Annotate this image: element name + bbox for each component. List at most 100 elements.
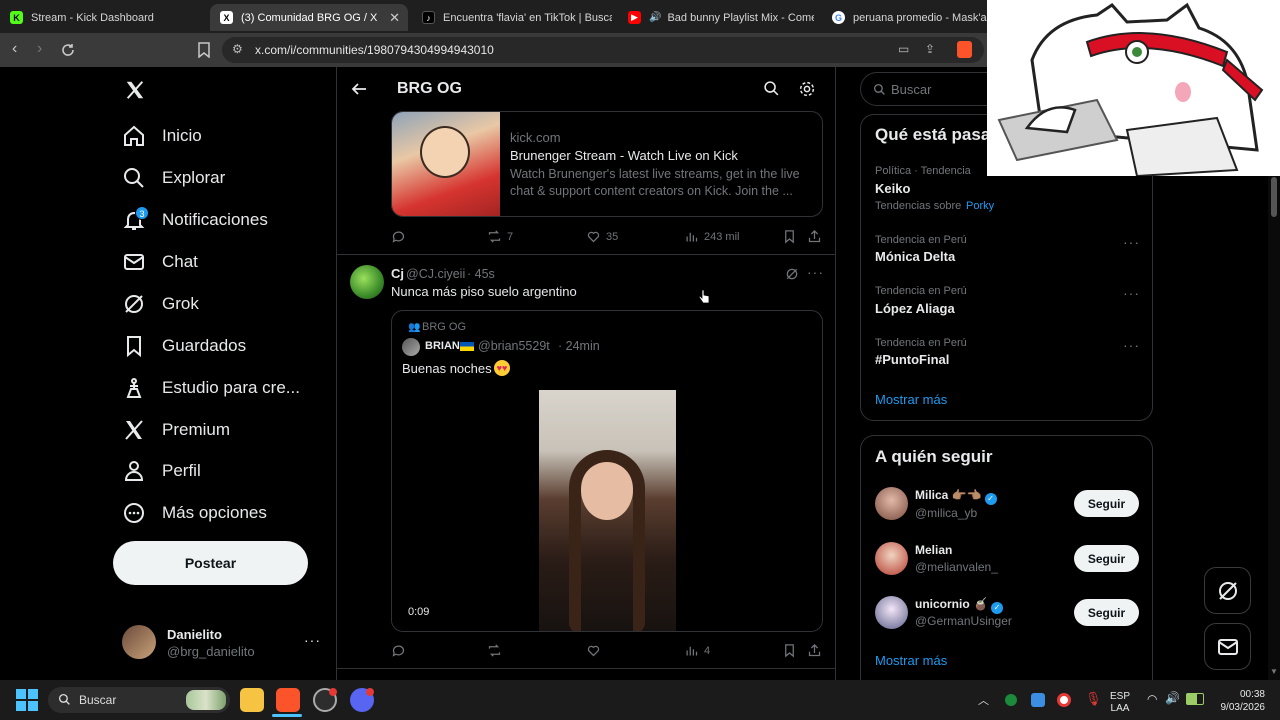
reply-button[interactable] — [391, 229, 411, 244]
sidebar-item-estudio[interactable]: Estudio para cre... — [122, 368, 300, 408]
cast-icon[interactable]: ▭ — [898, 42, 909, 56]
bookmark-button[interactable] — [782, 643, 802, 658]
trend-name[interactable]: Mónica Delta — [875, 249, 955, 264]
quoted-post[interactable]: 👥 BRG OG BRIAN @brian5529t · 24min Buena… — [391, 310, 823, 632]
forward-icon[interactable]: › — [37, 40, 42, 58]
sidebar-item-guardados[interactable]: Guardados — [122, 326, 246, 366]
suggestion-name[interactable]: Milica 👉🏽👈🏽 ✓ — [915, 488, 997, 505]
sidebar-item-mas-opciones[interactable]: Más opciones — [122, 493, 267, 533]
sidebar-item-premium[interactable]: Premium — [122, 410, 230, 450]
views-button[interactable]: 243 mil — [684, 229, 739, 244]
grok-float-button[interactable] — [1204, 567, 1251, 614]
follow-button[interactable]: Seguir — [1074, 599, 1139, 626]
tray-expand-icon[interactable]: ︿ — [978, 692, 989, 708]
repost-button[interactable] — [487, 643, 507, 658]
trend-related-link[interactable]: Porky — [966, 200, 994, 212]
suggestion-name[interactable]: unicornio 🧉 ✓ — [915, 597, 1003, 614]
sidebar-item-perfil[interactable]: Perfil — [122, 451, 201, 491]
post-avatar[interactable] — [350, 265, 384, 299]
trend-name[interactable]: López Aliaga — [875, 301, 955, 316]
tab-tiktok[interactable]: ♪ Encuentra 'flavia' en TikTok | Busca c… — [412, 4, 612, 31]
notification-badge: 3 — [135, 206, 149, 220]
language-indicator[interactable]: ESP LAA — [1110, 691, 1130, 715]
suggestion-avatar[interactable] — [875, 487, 908, 520]
link-preview-card[interactable]: kick.com Brunenger Stream - Watch Live o… — [391, 111, 823, 217]
windows-start-icon[interactable] — [16, 689, 38, 711]
suggestion-handle: @GermanUsinger — [915, 614, 1012, 628]
close-tab-icon[interactable]: ✕ — [389, 10, 400, 26]
bookmark-page-icon[interactable] — [197, 42, 211, 58]
like-button[interactable] — [586, 643, 606, 658]
search-highlight-image — [186, 690, 226, 710]
grok-icon[interactable] — [785, 267, 799, 281]
messages-float-button[interactable] — [1204, 623, 1251, 670]
account-handle[interactable]: @brg_danielito — [167, 644, 255, 659]
back-icon[interactable]: ‹ — [12, 40, 17, 58]
suggestion-name[interactable]: Melian — [915, 543, 952, 557]
repost-button[interactable]: 7 — [487, 229, 513, 244]
site-info-icon[interactable]: ⚙ — [232, 42, 243, 56]
trend-more-icon[interactable]: ··· — [1123, 234, 1140, 250]
video-time: 0:09 — [408, 606, 430, 618]
share-icon[interactable]: ⇪ — [925, 42, 935, 56]
wifi-icon[interactable]: ◠ — [1147, 692, 1157, 706]
tab-kick-dashboard[interactable]: K Stream - Kick Dashboard — [0, 4, 205, 31]
sidebar-item-grok[interactable]: Grok — [122, 284, 199, 324]
follow-show-more-link[interactable]: Mostrar más — [875, 653, 947, 668]
tray-shield-icon[interactable] — [1031, 693, 1045, 707]
quote-author-name: BRIAN — [425, 340, 460, 352]
back-arrow-icon[interactable] — [351, 81, 367, 97]
post-time[interactable]: · 45s — [467, 267, 495, 281]
reload-icon[interactable] — [60, 42, 76, 58]
post-button[interactable]: Postear — [113, 541, 308, 585]
brave-browser-icon[interactable] — [276, 688, 300, 712]
tab-x-community[interactable]: X (3) Comunidad BRG OG / X ✕ — [210, 4, 408, 31]
share-button[interactable] — [807, 229, 827, 244]
trends-show-more-link[interactable]: Mostrar más — [875, 392, 947, 407]
post-more-icon[interactable]: ··· — [807, 264, 824, 280]
sidebar-item-chat[interactable]: Chat — [122, 242, 198, 282]
tray-record-icon[interactable] — [1057, 693, 1071, 707]
file-explorer-icon[interactable] — [240, 688, 264, 712]
suggestion-avatar[interactable] — [875, 596, 908, 629]
trend-more-icon[interactable]: ··· — [1123, 285, 1140, 301]
tab-youtube[interactable]: ▶ 🔊 Bad bunny Playlist Mix - Come Ri — [618, 4, 814, 31]
sidebar-item-inicio[interactable]: Inicio — [122, 116, 202, 156]
brave-shield-icon[interactable] — [957, 41, 972, 58]
volume-icon[interactable]: 🔊 — [1165, 691, 1180, 705]
trend-more-icon[interactable]: ··· — [1123, 337, 1140, 353]
address-bar[interactable]: ⚙ x.com/i/communities/198079430499494301… — [222, 37, 984, 63]
battery-icon[interactable] — [1186, 693, 1204, 705]
views-button[interactable]: 4 — [684, 643, 710, 658]
microphone-icon[interactable]: 🎙 — [1085, 691, 1102, 707]
trend-name[interactable]: #PuntoFinal — [875, 352, 949, 367]
post-author-handle[interactable]: @CJ.ciyeii — [406, 267, 465, 281]
share-button[interactable] — [807, 643, 827, 658]
clock[interactable]: 00:38 9/03/2026 — [1215, 688, 1266, 714]
x-logo-icon[interactable] — [124, 79, 146, 101]
taskbar-search[interactable]: Buscar — [48, 687, 230, 713]
like-count: 35 — [606, 230, 619, 243]
tab-google[interactable]: G peruana promedio - Mask'ana — [822, 4, 987, 31]
scrollbar-thumb[interactable] — [1271, 177, 1277, 217]
like-button[interactable]: 35 — [586, 229, 618, 244]
gear-icon[interactable] — [798, 80, 816, 98]
account-more-icon[interactable]: ··· — [304, 632, 321, 648]
quote-avatar — [402, 338, 420, 356]
sidebar-item-explorar[interactable]: Explorar — [122, 158, 225, 198]
account-avatar[interactable] — [122, 625, 156, 659]
scroll-down-icon[interactable]: ▼ — [1270, 667, 1278, 676]
url-text[interactable]: x.com/i/communities/1980794304994943010 — [255, 43, 494, 57]
reply-button[interactable] — [391, 643, 411, 658]
tray-app-icon[interactable] — [1005, 694, 1017, 706]
video-player[interactable]: 0:09 — [392, 389, 822, 631]
account-name[interactable]: Danielito — [167, 627, 222, 642]
tab-label: peruana promedio - Mask'ana — [853, 11, 987, 24]
follow-button[interactable]: Seguir — [1074, 545, 1139, 572]
bookmark-button[interactable] — [782, 229, 802, 244]
trend-name[interactable]: Keiko — [875, 181, 910, 196]
follow-button[interactable]: Seguir — [1074, 490, 1139, 517]
search-icon[interactable] — [763, 80, 780, 97]
suggestion-avatar[interactable] — [875, 542, 908, 575]
post-author-name[interactable]: Cj — [391, 266, 404, 281]
